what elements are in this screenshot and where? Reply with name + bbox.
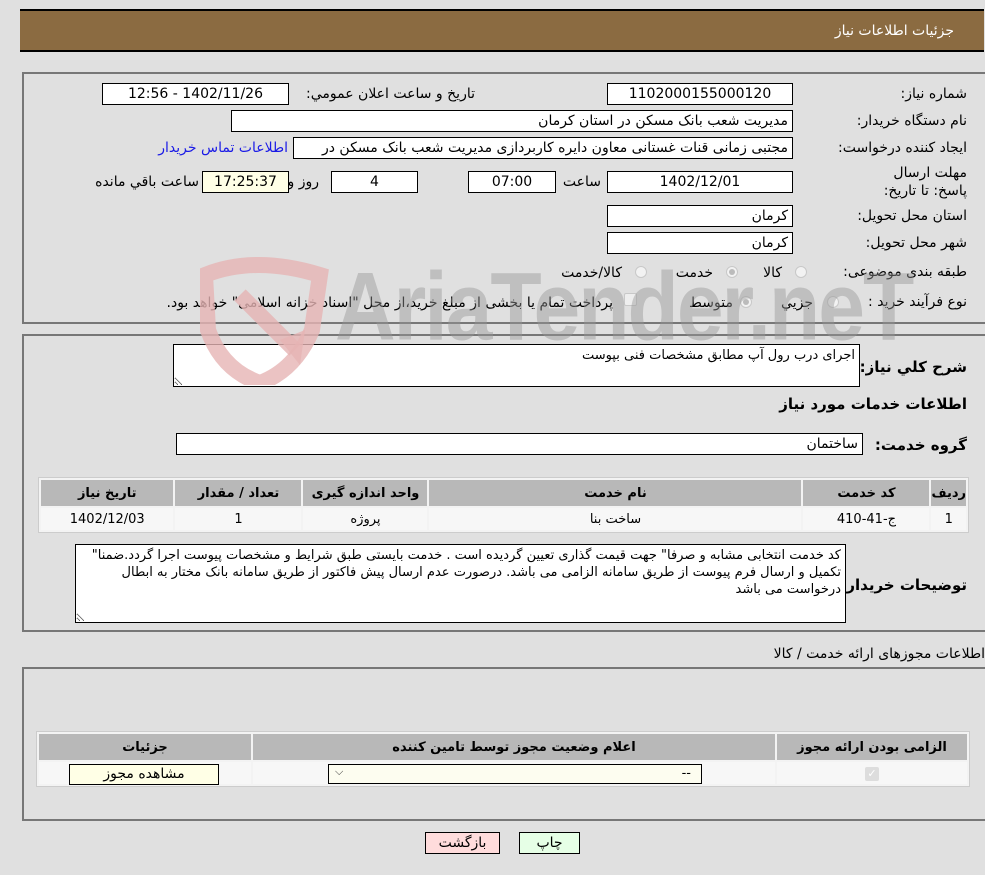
purchase-option-minor: جزيي bbox=[781, 295, 813, 311]
col-need-date: تاریخ نیاز bbox=[41, 480, 174, 506]
delivery-province-label: استان محل تحویل: bbox=[857, 208, 967, 224]
cell-service-name: ساخت بنا bbox=[429, 508, 802, 530]
category-radio-service[interactable] bbox=[726, 266, 738, 278]
col-row: ردیف bbox=[931, 480, 966, 506]
col-service-code: کد خدمت bbox=[803, 480, 930, 506]
print-button[interactable]: چاپ bbox=[519, 832, 580, 854]
chevron-down-icon: ⌵ bbox=[335, 765, 344, 778]
col-quantity: تعداد / مقدار bbox=[175, 480, 302, 506]
buyer-notes-textarea[interactable] bbox=[75, 544, 846, 623]
category-option-goods-service: کالا/خدمت bbox=[561, 265, 622, 281]
services-table-header: ردیف کد خدمت نام خدمت واحد اندازه گیری ت… bbox=[41, 480, 966, 506]
services-section-title: اطلاعات خدمات مورد نیاز bbox=[779, 395, 967, 413]
table-row: 1 ج-41-410 ساخت بنا پروژه 1 1402/12/03 bbox=[41, 508, 966, 530]
buyer-org-field: مدیریت شعب بانک مسکن در استان کرمان bbox=[231, 110, 793, 132]
page-header: جزئیات اطلاعات نیاز bbox=[20, 9, 984, 52]
remaining-days-field: 4 bbox=[331, 171, 418, 193]
purchase-radio-minor[interactable] bbox=[827, 296, 839, 308]
deadline-time-field: 07:00 bbox=[468, 171, 556, 193]
requester-field: مجتبی زمانی قنات غستانی معاون دایره کارب… bbox=[293, 137, 793, 159]
cell-permit-status: -- ⌵ bbox=[253, 762, 775, 784]
cell-permit-details: مشاهده مجوز bbox=[39, 762, 251, 785]
services-table: ردیف کد خدمت نام خدمت واحد اندازه گیری ت… bbox=[38, 477, 969, 533]
permit-required-checkbox[interactable]: ✓ bbox=[865, 766, 879, 781]
buyer-org-label: نام دستگاه خریدار: bbox=[856, 113, 967, 129]
purchase-option-medium: متوسط bbox=[689, 295, 733, 311]
service-group-field: ساختمان bbox=[176, 433, 863, 455]
category-option-service: خدمت bbox=[675, 265, 713, 281]
remaining-time-field: 17:25:37 bbox=[202, 171, 289, 193]
page-title: جزئیات اطلاعات نیاز bbox=[834, 23, 954, 39]
deadline-date-field: 1402/12/01 bbox=[607, 171, 793, 193]
view-permit-button[interactable]: مشاهده مجوز bbox=[69, 764, 219, 785]
category-radio-goods[interactable] bbox=[795, 266, 807, 278]
col-permit-required: الزامی بودن ارائه مجوز bbox=[777, 734, 967, 760]
buyer-notes-label: توضیحات خریدار: bbox=[840, 576, 967, 594]
description-textarea[interactable] bbox=[173, 344, 860, 387]
need-number-label: شماره نیاز: bbox=[900, 86, 968, 102]
purchase-type-label: نوع فرآیند خرید : bbox=[868, 294, 967, 310]
delivery-city-field: کرمان bbox=[607, 232, 793, 254]
cell-need-date: 1402/12/03 bbox=[41, 508, 174, 530]
purchase-radio-medium[interactable] bbox=[740, 296, 752, 308]
announce-datetime-field: 1402/11/26 - 12:56 bbox=[102, 83, 289, 105]
remaining-time-label: ساعت باقي مانده bbox=[95, 174, 199, 190]
col-unit: واحد اندازه گیری bbox=[303, 480, 428, 506]
requester-label: ایجاد کننده درخواست: bbox=[838, 140, 967, 156]
category-option-goods: کالا bbox=[763, 265, 782, 281]
service-group-label: گروه خدمت: bbox=[874, 436, 967, 454]
permit-status-value: -- bbox=[681, 766, 691, 781]
cell-permit-required: ✓ bbox=[777, 762, 967, 784]
treasury-checkbox-label: پرداخت تمام یا بخشی از مبلغ خرید،از محل … bbox=[166, 295, 613, 311]
cell-service-code: ج-41-410 bbox=[803, 508, 930, 530]
deadline-time-label: ساعت bbox=[562, 174, 601, 190]
permits-section-title: اطلاعات مجوزهای ارائه خدمت / کالا bbox=[773, 646, 985, 662]
cell-quantity: 1 bbox=[175, 508, 302, 530]
col-service-name: نام خدمت bbox=[429, 480, 802, 506]
col-permit-details: جزئیات bbox=[39, 734, 251, 760]
back-button[interactable]: بازگشت bbox=[425, 832, 500, 854]
deadline-label: مهلت ارسال پاسخ: تا تاریخ: bbox=[883, 165, 967, 199]
permits-table-header: الزامی بودن ارائه مجوز اعلام وضعیت مجوز … bbox=[39, 734, 967, 760]
permit-status-select[interactable]: -- ⌵ bbox=[328, 764, 702, 784]
cell-row: 1 bbox=[931, 508, 966, 530]
announce-datetime-label: تاریخ و ساعت اعلان عمومي: bbox=[306, 86, 475, 102]
description-label: شرح كلي نیاز: bbox=[859, 358, 967, 376]
days-label: روز و bbox=[287, 174, 320, 190]
treasury-checkbox[interactable] bbox=[624, 293, 637, 306]
category-label: طبقه بندی موضوعی: bbox=[843, 264, 967, 280]
delivery-city-label: شهر محل تحویل: bbox=[865, 235, 967, 251]
delivery-province-field: کرمان bbox=[607, 205, 793, 227]
col-permit-status: اعلام وضعیت مجوز توسط تامین کننده bbox=[253, 734, 775, 760]
table-row: ✓ -- ⌵ مشاهده مجوز bbox=[39, 762, 967, 785]
permits-table: الزامی بودن ارائه مجوز اعلام وضعیت مجوز … bbox=[36, 731, 970, 787]
cell-unit: پروژه bbox=[303, 508, 428, 530]
need-number-field: 1102000155000120 bbox=[607, 83, 793, 105]
category-radio-goods-service[interactable] bbox=[635, 266, 647, 278]
buyer-contact-link[interactable]: اطلاعات تماس خریدار bbox=[158, 140, 288, 156]
